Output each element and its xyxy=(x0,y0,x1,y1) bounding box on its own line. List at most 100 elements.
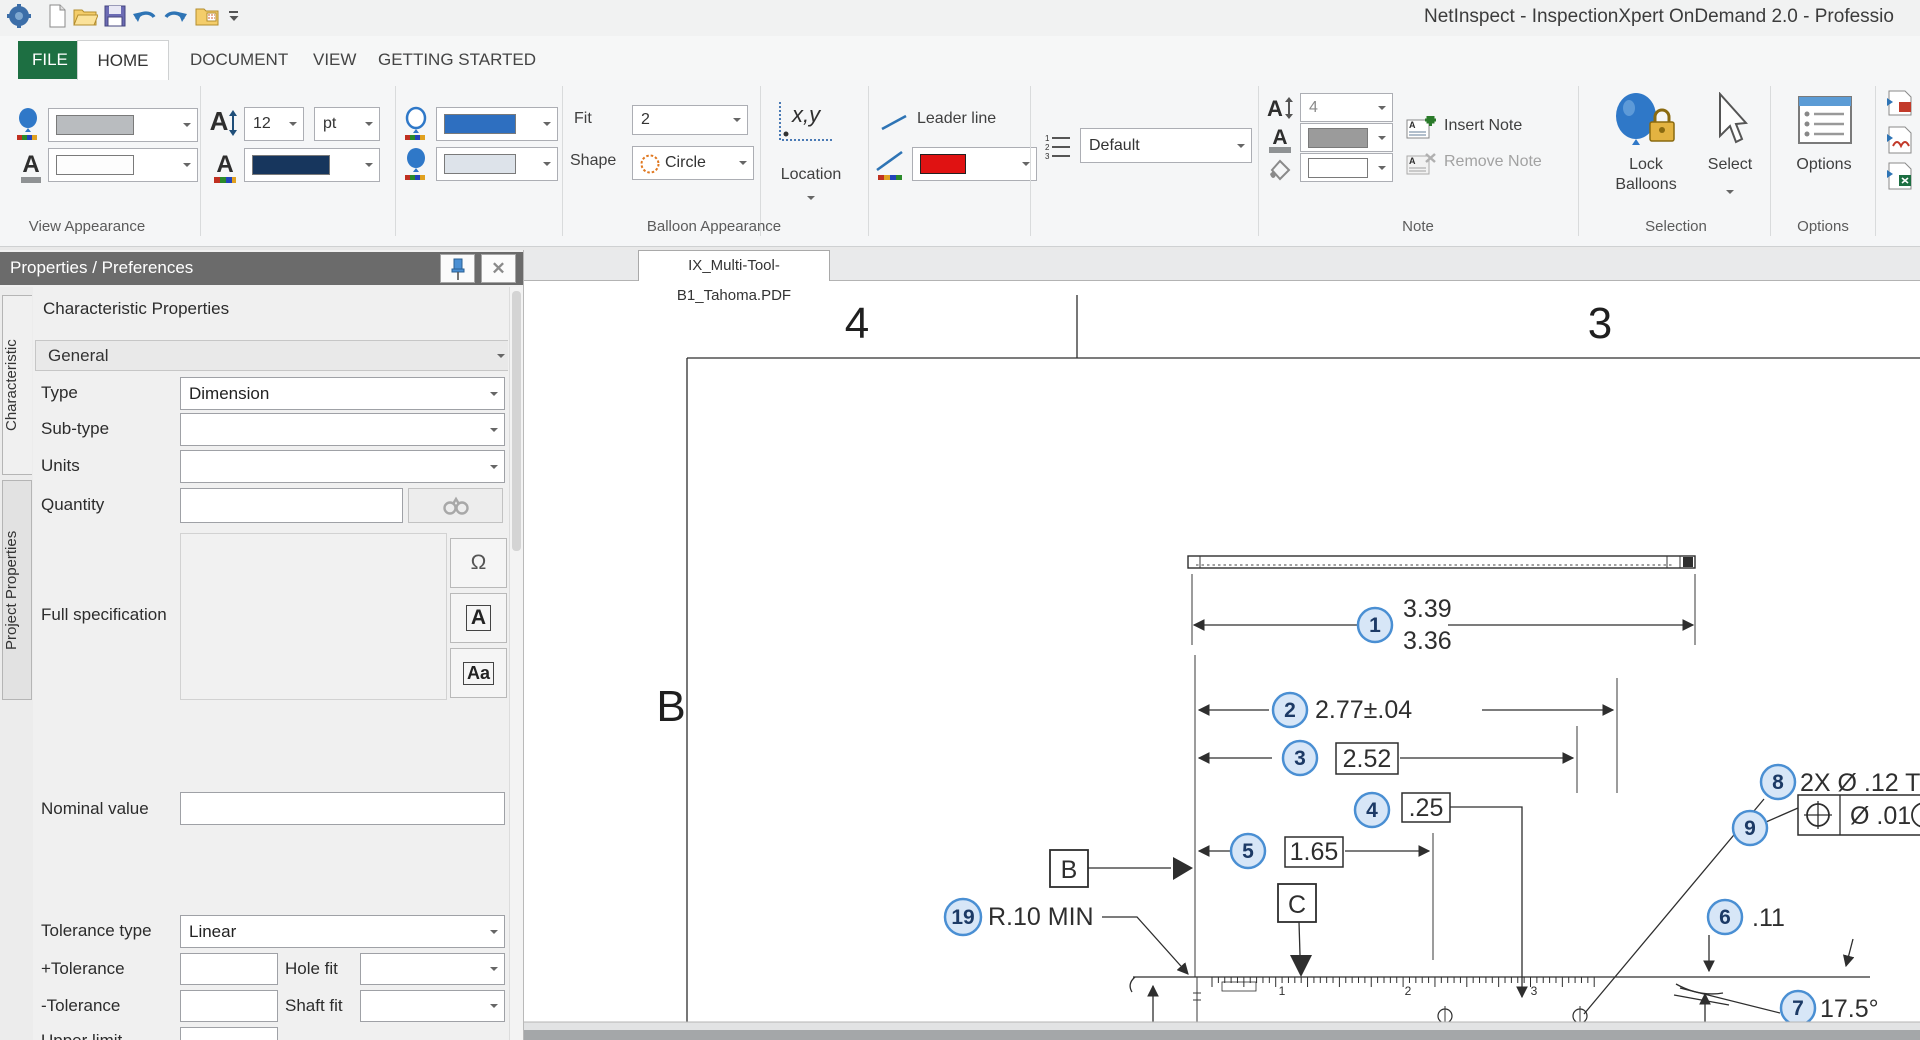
subgroup-separator xyxy=(562,86,563,236)
lock-balloons-button[interactable]: Lock Balloons xyxy=(1596,88,1696,206)
note-fill-color-combo[interactable] xyxy=(1300,153,1393,182)
case-button[interactable]: Aa xyxy=(450,648,507,698)
leader-line-button[interactable]: Leader line xyxy=(876,110,1026,136)
balloon-3[interactable]: 3 xyxy=(1283,741,1317,775)
balloon-7[interactable]: 7 xyxy=(1781,991,1815,1025)
balloon-2[interactable]: 2 xyxy=(1273,693,1307,727)
svg-text:9: 9 xyxy=(1744,817,1756,840)
shaft-fit-combo[interactable] xyxy=(360,990,505,1022)
app-icon[interactable] xyxy=(6,3,32,29)
balloon-fill-color-combo[interactable] xyxy=(436,147,558,181)
nominal-label: Nominal value xyxy=(41,799,149,819)
tolerance-type-combo[interactable]: Linear xyxy=(180,915,505,948)
tolerance-type-label: Tolerance type xyxy=(41,921,152,941)
dimension-3: 2.52 xyxy=(1199,726,1577,793)
view-balloon-color-icon[interactable] xyxy=(14,106,42,142)
white-swatch xyxy=(1308,158,1368,178)
export-excel-icon[interactable] xyxy=(1885,162,1920,190)
minus-tolerance-input[interactable] xyxy=(180,990,278,1022)
svg-text:3: 3 xyxy=(1294,747,1306,770)
plus-tolerance-input[interactable] xyxy=(180,953,278,985)
options-icon xyxy=(1798,96,1852,144)
save-icon[interactable] xyxy=(102,3,128,29)
shaft-fit-label: Shaft fit xyxy=(285,996,343,1016)
font-button[interactable]: A xyxy=(450,593,507,643)
tab-getting-started[interactable]: GETTING STARTED xyxy=(364,40,550,80)
lock-balloons-label-1: Lock xyxy=(1596,156,1696,174)
balloon-outline-color-combo[interactable] xyxy=(436,107,558,141)
leader-color-combo[interactable] xyxy=(912,147,1037,181)
undo-icon[interactable] xyxy=(132,3,158,29)
balloon-9[interactable]: 9 xyxy=(1733,811,1767,845)
quantity-input[interactable] xyxy=(180,488,403,523)
general-section-header[interactable]: General xyxy=(35,340,508,371)
note-fill-bucket-icon[interactable] xyxy=(1266,156,1294,184)
balloon-19[interactable]: 19 xyxy=(945,899,981,935)
pin-button[interactable] xyxy=(440,254,475,283)
balloon-outline-color-icon[interactable] xyxy=(402,106,430,142)
redo-icon[interactable] xyxy=(162,3,188,29)
font-unit-combo[interactable]: pt xyxy=(314,107,380,141)
balloon-5[interactable]: 5 xyxy=(1231,834,1265,868)
options-button[interactable]: Options xyxy=(1782,88,1866,206)
view-font-color-combo[interactable] xyxy=(48,148,198,182)
view-balloon-color-combo[interactable] xyxy=(48,108,198,142)
note-font-color-icon[interactable]: A xyxy=(1266,125,1294,155)
leader-color-icon[interactable] xyxy=(874,146,906,184)
font-color-combo[interactable] xyxy=(244,148,380,182)
remove-note-button[interactable]: A Remove Note xyxy=(1406,152,1576,176)
font-size-combo[interactable]: 12 xyxy=(244,107,304,141)
note-font-size-combo[interactable]: 4 xyxy=(1300,93,1393,122)
new-document-icon[interactable] xyxy=(44,3,70,29)
side-tab-project-properties[interactable]: Project Properties xyxy=(2,480,32,700)
export-pdf-icon[interactable] xyxy=(1885,90,1920,116)
tab-document[interactable]: DOCUMENT xyxy=(176,40,302,80)
main-area: Properties / Preferences ✕ Characteristi… xyxy=(0,250,1920,1040)
balloon-1[interactable]: 1 xyxy=(1358,608,1392,642)
balloon-4[interactable]: 4 xyxy=(1355,793,1389,827)
view-font-color-icon[interactable]: A xyxy=(18,150,44,186)
hole-fit-combo[interactable] xyxy=(360,953,505,985)
export-folder-icon[interactable] xyxy=(194,3,220,29)
svg-text:3.36: 3.36 xyxy=(1403,627,1452,655)
qat-menu-icon[interactable] xyxy=(228,3,240,29)
font-color-icon[interactable]: A xyxy=(212,150,238,186)
side-tab-characteristic[interactable]: Characteristic xyxy=(2,295,32,475)
document-tab[interactable]: IX_Multi-Tool-B1_Tahoma.PDF xyxy=(638,250,830,281)
chevron-down-icon xyxy=(365,163,373,171)
svg-text:A: A xyxy=(210,106,229,136)
numbering-style-combo[interactable]: Default xyxy=(1080,128,1252,163)
upper-limit-input[interactable] xyxy=(180,1027,278,1040)
units-combo[interactable] xyxy=(180,450,505,483)
balloon-6[interactable]: 6 xyxy=(1708,900,1742,934)
type-combo[interactable]: Dimension xyxy=(180,377,505,410)
svg-text:7: 7 xyxy=(1792,997,1804,1020)
shape-combo[interactable]: Circle xyxy=(632,146,754,180)
chevron-down-icon xyxy=(733,118,741,126)
select-button[interactable]: Select xyxy=(1698,88,1762,206)
fit-combo[interactable]: 2 xyxy=(632,105,748,135)
drawing-canvas[interactable]: 4 3 B 3.39 3.36 1 xyxy=(524,281,1920,1040)
tab-home[interactable]: HOME xyxy=(77,40,169,81)
tab-file[interactable]: FILE xyxy=(18,41,82,79)
insert-note-button[interactable]: A Insert Note xyxy=(1406,116,1566,140)
tab-view[interactable]: VIEW xyxy=(299,40,370,80)
panel-scrollbar[interactable] xyxy=(509,287,524,1040)
section-title: Characteristic Properties xyxy=(43,299,229,319)
open-folder-icon[interactable] xyxy=(72,3,98,29)
note-font-color-combo[interactable] xyxy=(1300,123,1393,152)
scrollbar-thumb[interactable] xyxy=(512,291,521,551)
symbol-button[interactable]: Ω xyxy=(450,538,507,588)
cursor-arrow-icon xyxy=(1712,92,1748,152)
quantity-search-button[interactable] xyxy=(408,488,503,523)
chevron-down-icon xyxy=(1378,166,1386,174)
svg-text:.11: .11 xyxy=(1752,904,1785,932)
close-panel-button[interactable]: ✕ xyxy=(481,254,516,283)
nominal-input[interactable] xyxy=(180,792,505,825)
full-spec-textarea[interactable] xyxy=(180,533,447,700)
subtype-combo[interactable] xyxy=(180,413,505,446)
export-markup-icon[interactable] xyxy=(1885,126,1920,154)
balloon-fill-color-icon[interactable] xyxy=(402,146,430,182)
balloon-8[interactable]: 8 xyxy=(1761,765,1795,799)
location-button[interactable]: x,y Location xyxy=(766,94,856,206)
